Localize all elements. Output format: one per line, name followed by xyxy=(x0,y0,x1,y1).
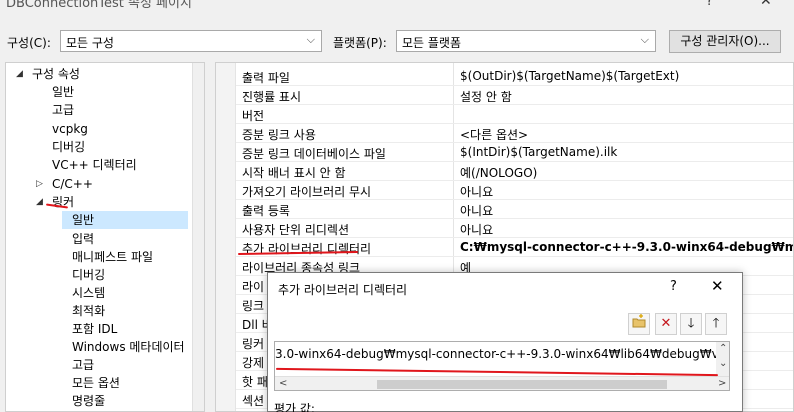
grid-row-name: 증분 링크 데이터베이스 파일 xyxy=(242,147,386,161)
grid-row-value: <다른 옵션> xyxy=(460,128,529,142)
grid-row-value: $(OutDir)$(TargetName)$(TargetExt) xyxy=(460,69,680,83)
tree-item-vc-directories[interactable]: VC++ 디렉터리 xyxy=(52,156,137,174)
close-button[interactable]: ✕ xyxy=(760,0,772,9)
grid-row-name: 사용자 단위 리디렉션 xyxy=(242,223,349,237)
grid-row-name: 출력 등록 xyxy=(242,204,290,218)
grid-row[interactable]: 사용자 단위 리디렉션 아니요 xyxy=(236,219,793,238)
tree-item-vcpkg[interactable]: vcpkg xyxy=(52,120,88,138)
directory-path-entry[interactable]: 3.0-winx64-debug₩mysql-connector-c++-9.3… xyxy=(275,347,729,361)
evaluated-value-label: 평가 값: xyxy=(274,402,315,412)
grid-row-name: 가져오기 라이브러리 무시 xyxy=(242,185,372,199)
property-tree: ◢ 구성 속성 일반 고급 vcpkg 디버깅 VC++ 디렉터리 ▷ C/C+… xyxy=(5,62,205,412)
grid-row-name: 버전 xyxy=(242,109,265,123)
grid-row-value: 예(/NOLOGO) xyxy=(460,166,538,180)
tree-item-debugging[interactable]: 디버깅 xyxy=(52,138,85,156)
tree-item-linker-advanced[interactable]: 고급 xyxy=(72,356,94,374)
tree-item-linker-manifest[interactable]: 매니페스트 파일 xyxy=(72,248,153,266)
grid-gutter xyxy=(216,63,236,411)
tree-item-linker-system[interactable]: 시스템 xyxy=(72,284,105,302)
grid-row-additional-lib-dirs[interactable]: 추가 라이브러리 디렉터리 C:₩mysql-connector-c++-9.3.… xyxy=(236,238,794,257)
grid-row-value: 아니요 xyxy=(460,185,494,199)
additional-lib-dirs-dialog: 추가 라이브러리 디렉터리 ? ✕ ✕ 🡓 🡑 3.0-winx64-debug… xyxy=(267,272,743,412)
grid-row-name: 시작 배너 표시 안 함 xyxy=(242,166,346,180)
grid-row[interactable]: 증분 링크 사용 <다른 옵션> xyxy=(236,124,793,143)
list-vertical-scrollbar[interactable]: ⌃ ⌄ xyxy=(716,342,729,376)
grid-row[interactable]: 버전 xyxy=(236,105,793,124)
tree-item-linker-all-options[interactable]: 모든 옵션 xyxy=(72,374,120,392)
config-combo-value: 모든 구성 xyxy=(66,36,114,50)
new-folder-icon[interactable] xyxy=(628,313,650,335)
tree-item-linker-debugging[interactable]: 디버깅 xyxy=(72,266,105,284)
config-manager-button[interactable]: 구성 관리자(O)... xyxy=(669,30,781,53)
dialog-help-button[interactable]: ? xyxy=(670,279,677,294)
grid-row[interactable]: 증분 링크 데이터베이스 파일 $(IntDir)$(TargetName).il… xyxy=(236,143,793,162)
grid-row[interactable]: 출력 파일 $(OutDir)$(TargetName)$(TargetExt) xyxy=(236,67,793,86)
config-label: 구성(C): xyxy=(7,36,51,50)
grid-row-name: 출력 파일 xyxy=(242,71,290,85)
platform-combo[interactable]: 모든 플랫폼 ⌵ xyxy=(396,30,656,52)
grid-row-value: C:₩mysql-connector-c++-9.3.0-winx64-debu… xyxy=(460,240,794,254)
tree-item-linker-input[interactable]: 입력 xyxy=(72,230,94,248)
directory-list[interactable]: 3.0-winx64-debug₩mysql-connector-c++-9.3… xyxy=(274,341,730,391)
expanded-triangle-icon[interactable]: ◢ xyxy=(36,197,43,207)
grid-row-value: $(IntDir)$(TargetName).ilk xyxy=(460,145,618,159)
grid-row-name: 라이 xyxy=(242,280,265,294)
grid-row-name: 링크 xyxy=(242,299,265,313)
tree-item-linker-command-line[interactable]: 명령줄 xyxy=(72,392,105,410)
move-down-icon[interactable]: 🡓 xyxy=(680,313,702,335)
list-horizontal-scrollbar[interactable]: < > xyxy=(275,376,729,390)
tree-item-general[interactable]: 일반 xyxy=(52,83,74,101)
tree-item-linker-metadata[interactable]: Windows 메타데이터 xyxy=(72,338,185,356)
delete-icon[interactable]: ✕ xyxy=(655,313,677,335)
grid-row[interactable]: 진행률 표시 설정 안 함 xyxy=(236,86,793,105)
expanded-triangle-icon[interactable]: ◢ xyxy=(16,69,23,79)
move-up-icon[interactable]: 🡑 xyxy=(705,313,727,335)
scroll-thumb[interactable] xyxy=(377,380,667,389)
grid-row-name: 섹션 xyxy=(242,394,265,408)
tree-scrollbar[interactable] xyxy=(192,63,204,411)
dialog-title: 추가 라이브러리 디렉터리 xyxy=(278,283,408,297)
dialog-close-button[interactable]: ✕ xyxy=(711,277,724,295)
scroll-left-icon[interactable]: < xyxy=(279,378,287,389)
tree-item-linker[interactable]: 링커 xyxy=(52,193,74,211)
tree-root[interactable]: 구성 속성 xyxy=(32,65,80,83)
title-bar: DBConnectionTest 속성 페이지 ? ✕ xyxy=(0,0,794,18)
tree-item-advanced[interactable]: 고급 xyxy=(52,101,74,119)
grid-row-value: 아니요 xyxy=(460,204,494,218)
grid-row[interactable]: 시작 배너 표시 안 함 예(/NOLOGO) xyxy=(236,162,793,181)
grid-row-value: 아니요 xyxy=(460,223,494,237)
tree-item-linker-general[interactable]: 일반 xyxy=(62,211,188,229)
tree-item-cpp[interactable]: C/C++ xyxy=(52,175,93,193)
tree-item-linker-idl[interactable]: 포함 IDL xyxy=(72,320,117,338)
chevron-down-icon: ⌵ xyxy=(640,33,649,46)
chevron-down-icon: ⌵ xyxy=(306,33,315,46)
grid-row-name: 링커 xyxy=(242,337,265,351)
help-button[interactable]: ? xyxy=(706,0,713,9)
grid-row-name: 강제 xyxy=(242,356,265,370)
grid-row-value: 설정 안 함 xyxy=(460,90,512,104)
scroll-up-icon[interactable]: ⌃ xyxy=(719,343,727,354)
window-title: DBConnectionTest 속성 페이지 xyxy=(6,0,192,11)
grid-row-name: 증분 링크 사용 xyxy=(242,128,316,142)
platform-label: 플랫폼(P): xyxy=(333,36,387,50)
collapsed-triangle-icon[interactable]: ▷ xyxy=(36,179,43,189)
config-combo[interactable]: 모든 구성 ⌵ xyxy=(60,30,322,52)
scroll-right-icon[interactable]: > xyxy=(718,378,726,389)
platform-combo-value: 모든 플랫폼 xyxy=(402,36,462,50)
grid-row-name: 핫 패 xyxy=(242,375,268,389)
grid-row[interactable]: 가져오기 라이브러리 무시 아니요 xyxy=(236,181,793,200)
grid-row[interactable]: 출력 등록 아니요 xyxy=(236,200,793,219)
grid-row-name: 진행률 표시 xyxy=(242,90,302,104)
scroll-down-icon[interactable]: ⌄ xyxy=(719,358,727,369)
tree-item-linker-optimization[interactable]: 최적화 xyxy=(72,302,105,320)
